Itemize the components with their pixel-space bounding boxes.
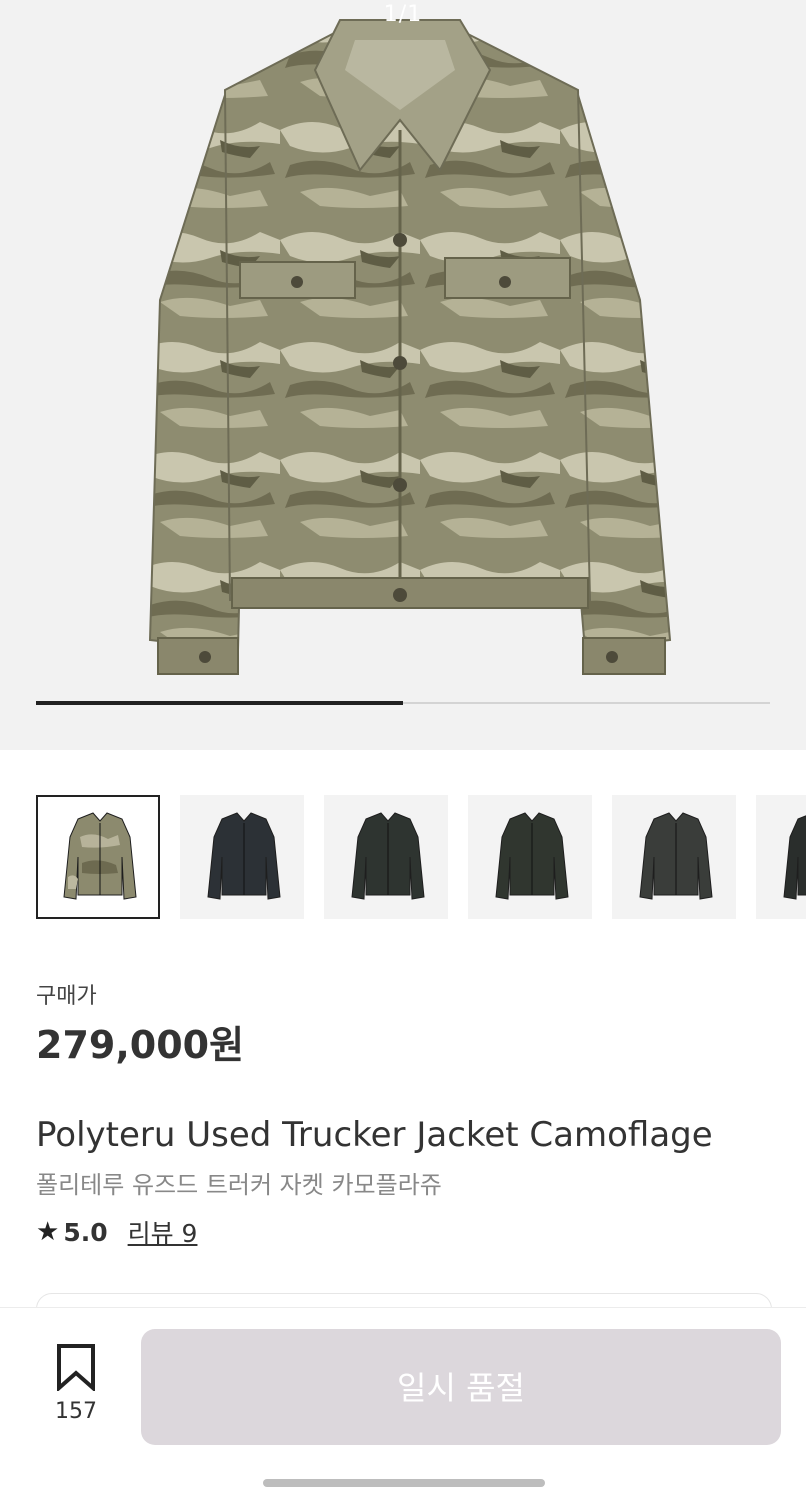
bookmark-button[interactable]: 157	[44, 1343, 108, 1424]
thumbnail-black-4[interactable]	[612, 795, 736, 919]
thumbnail-black-5[interactable]	[756, 795, 806, 919]
thumbnail-black-1[interactable]	[180, 795, 304, 919]
reviews-link[interactable]: 리뷰 9	[128, 1214, 198, 1250]
thumbnail-jacket-icon	[351, 812, 425, 900]
thumbnail-camo[interactable]	[36, 795, 160, 919]
thumbnail-jacket-icon	[63, 812, 137, 900]
thumbnail-jacket-icon	[207, 812, 281, 900]
gallery-progress-fill	[36, 701, 403, 705]
thumbnail-strip[interactable]	[36, 795, 806, 923]
product-title-en: Polyteru Used Trucker Jacket Camoflage	[36, 1115, 713, 1155]
bookmark-count: 157	[55, 1399, 97, 1424]
thumbnail-jacket-icon	[639, 812, 713, 900]
thumbnail-black-3[interactable]	[468, 795, 592, 919]
home-indicator	[263, 1479, 545, 1487]
bookmark-icon	[57, 1344, 95, 1391]
thumbnail-jacket-icon	[495, 812, 569, 900]
product-jacket-image	[148, 19, 672, 675]
star-icon: ★	[36, 1217, 60, 1247]
product-image-gallery[interactable]: 1/1	[0, 0, 806, 750]
sold-out-button[interactable]: 일시 품절	[141, 1329, 781, 1445]
image-counter: 1/1	[383, 2, 423, 27]
rating-score: 5.0	[63, 1217, 108, 1247]
thumbnail-jacket-icon	[783, 815, 806, 900]
product-title-ko: 폴리테루 유즈드 트러커 자켓 카모플라쥬	[36, 1171, 442, 1199]
price-label: 구매가	[36, 984, 97, 1009]
price: 279,000원	[36, 1023, 245, 1067]
rating-row: ★ 5.0 리뷰 9	[36, 1214, 197, 1250]
thumbnail-black-2[interactable]	[324, 795, 448, 919]
